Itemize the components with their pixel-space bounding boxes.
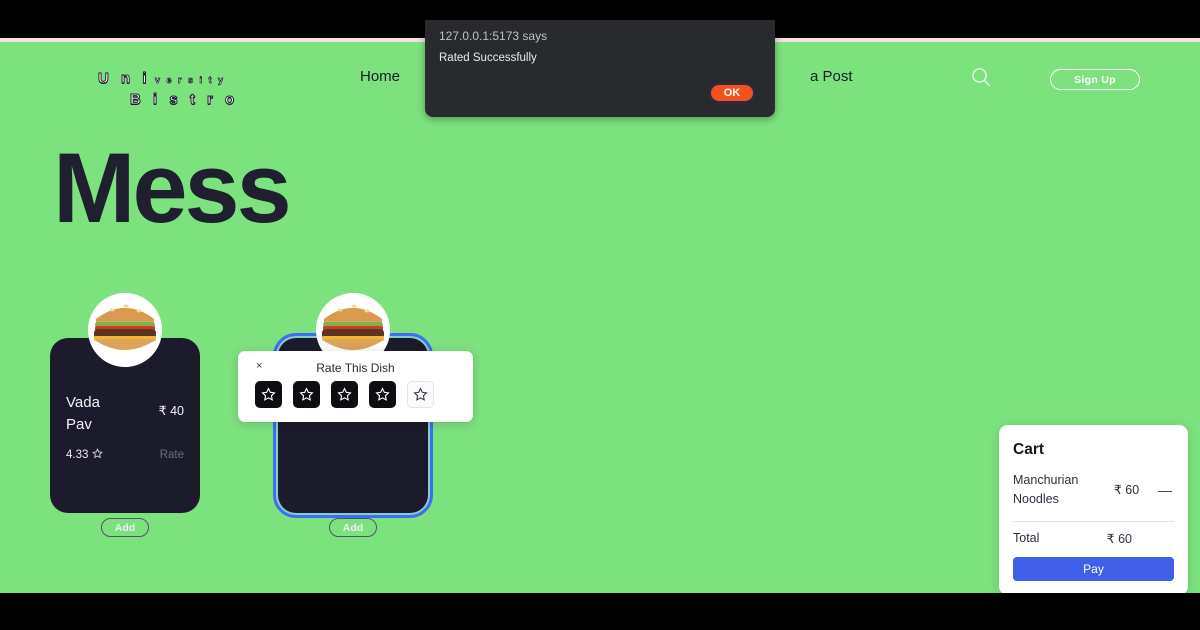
pay-button[interactable]: Pay [1013,556,1174,581]
logo-line-2: B i s t r o [98,92,248,108]
alert-message-text: Rated Successfully [439,52,537,64]
cart-total-value: ₹ 60 [1106,531,1132,546]
cart-item-price: ₹ 60 [1113,482,1140,497]
logo-text-bistro: B i s t r o [129,91,239,108]
cart-divider [1013,520,1174,522]
burger-image-icon [88,293,162,367]
page-title: Mess [53,132,292,243]
cart-total-label: Total [1013,531,1040,546]
search-icon[interactable] [970,66,992,93]
logo-line-1: U n i v e r s i t y [98,71,248,87]
star-outline-icon [413,387,428,401]
alert-origin-text: 127.0.0.1:5173 says [439,29,548,43]
alert-ok-button[interactable]: OK [709,83,755,103]
dish-name-price-row: Vada Pav ₹ 40 [66,392,184,436]
dish-rating-value: 4.33 [66,448,89,461]
star-rating-button-5[interactable] [407,381,434,408]
rate-popup-title: Rate This Dish [316,361,395,375]
star-outline-icon [261,387,276,401]
browser-bottom-bar [0,593,1200,630]
site-logo[interactable]: U n i v e r s i t y B i s t r o [98,71,248,108]
cart-item-name: Manchurian Noodles [1013,473,1079,507]
browser-alert-dialog: 127.0.0.1:5173 says Rated Successfully O… [425,20,775,117]
dish-name: Vada Pav [66,394,100,433]
star-rating-button-2[interactable] [293,381,320,408]
star-rating-control [255,381,434,408]
star-rating-button-4[interactable] [369,381,396,408]
dish-image [88,293,162,367]
remove-item-button[interactable]: — [1156,483,1174,497]
nav-item-create-a-post[interactable]: a Post [810,68,853,85]
cart-title: Cart [1013,441,1045,458]
app-page: U n i v e r s i t y B i s t r o Home a P… [0,42,1200,593]
cart-item-row: Manchurian Noodles ₹ 60 — [1013,471,1174,510]
star-outline-icon [299,387,314,401]
dish-rating-row: 4.33 Rate [66,447,184,462]
logo-text-versity: v e r s i t y [154,75,225,85]
rate-link[interactable]: Rate [160,449,184,461]
rate-popup-header: × Rate This Dish [238,351,473,381]
star-outline-icon [375,387,390,401]
dish-price: ₹ 40 [158,404,184,418]
add-to-cart-button[interactable]: Add [329,518,377,537]
rate-dish-popup: × Rate This Dish [238,351,473,422]
header-actions: Sign Up [920,66,1200,93]
star-rating-button-3[interactable] [331,381,358,408]
star-rating-button-1[interactable] [255,381,282,408]
dish-card-body: Vada Pav ₹ 40 4.33 Rate [50,392,200,462]
dish-rating: 4.33 [66,447,104,462]
logo-text-uni: U n i [98,70,151,87]
star-outline-icon [337,387,352,401]
signup-button[interactable]: Sign Up [1050,69,1140,90]
cart-total-row: Total ₹ 60 [1013,531,1174,546]
star-outline-icon [92,447,104,462]
cart-panel: Cart Manchurian Noodles ₹ 60 — Total ₹ 6… [999,425,1188,593]
add-to-cart-button[interactable]: Add [101,518,149,537]
dish-card[interactable]: Vada Pav ₹ 40 4.33 Rate Add [50,293,200,537]
nav-item-home[interactable]: Home [360,68,400,85]
